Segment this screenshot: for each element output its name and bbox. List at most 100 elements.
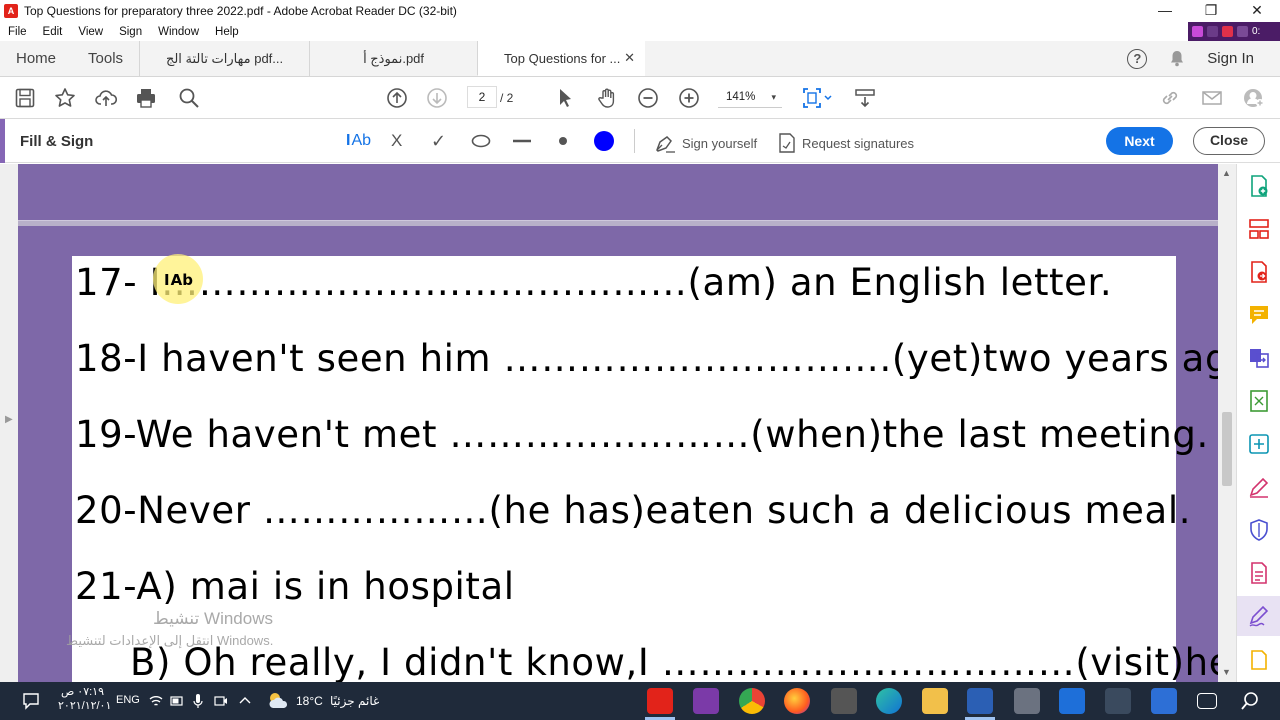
combine-files-icon[interactable] [1247, 346, 1271, 370]
page-fit-icon[interactable] [802, 86, 834, 110]
calculator-taskbar-icon[interactable] [1014, 688, 1040, 714]
prepare-form-icon[interactable] [1247, 561, 1271, 585]
scroll-down-icon[interactable]: ▼ [1222, 667, 1231, 677]
clock[interactable]: ٠٧:١٩ ص ٢٠٢١/١٢/٠١ [58, 685, 111, 713]
add-text-tool[interactable]: I Ab [346, 130, 371, 152]
wifi-icon[interactable] [149, 694, 163, 708]
more-tools-icon[interactable] [1247, 647, 1271, 671]
zoom-level-select[interactable]: 141% ▾ [718, 86, 782, 108]
mail-taskbar-icon[interactable] [1059, 688, 1085, 714]
notification-center-icon[interactable] [22, 692, 40, 710]
line-tool[interactable] [512, 130, 532, 152]
sign-in-button[interactable]: Sign In [1207, 50, 1254, 67]
tab-tools[interactable]: Tools [72, 41, 139, 76]
email-icon[interactable] [1200, 86, 1224, 110]
menu-sign[interactable]: Sign [111, 26, 150, 38]
tab-document-arabic-skills[interactable]: مهارات تالتة الج pdf... [139, 41, 309, 76]
select-cursor-icon[interactable] [553, 86, 577, 110]
share-link-icon[interactable] [1158, 86, 1182, 110]
minimize-button[interactable]: — [1142, 0, 1188, 22]
paint-taskbar-icon[interactable] [1105, 688, 1131, 714]
firefox-taskbar-icon[interactable] [784, 688, 810, 714]
close-window-button[interactable]: ✕ [1234, 0, 1280, 22]
upload-cloud-icon[interactable] [94, 86, 118, 110]
notification-bell-icon[interactable] [1169, 50, 1185, 67]
microphone-icon[interactable] [192, 693, 204, 709]
hand-pan-icon[interactable] [595, 86, 619, 110]
next-page-icon[interactable] [425, 86, 449, 110]
bookmark-star-icon[interactable] [53, 86, 77, 110]
question-17: 17- I……………………………………(am) an English lette… [75, 261, 1113, 304]
edge-taskbar-icon[interactable] [876, 688, 902, 714]
meet-now-icon[interactable] [214, 694, 228, 708]
scroll-mode-icon[interactable] [853, 86, 877, 110]
check-mark-tool[interactable]: ✓ [431, 130, 446, 152]
weather-condition[interactable]: غائم جزئيًا [330, 694, 379, 708]
export-pdf-icon[interactable] [1247, 260, 1271, 284]
dot-tool[interactable] [558, 130, 568, 152]
input-language[interactable]: ENG [116, 694, 140, 706]
expand-panel-arrow-icon[interactable]: ▶ [5, 414, 13, 425]
tab-home[interactable]: Home [0, 41, 72, 76]
tab-close-icon[interactable]: ✕ [624, 50, 635, 66]
fill-sign-active-tool[interactable] [1237, 596, 1280, 636]
scrollbar-thumb[interactable] [1222, 412, 1232, 486]
recorder-stop-icon[interactable] [1222, 26, 1233, 37]
close-button[interactable]: Close [1193, 127, 1265, 155]
tab-document-model-a[interactable]: نموذج أ.pdf [309, 41, 477, 76]
create-pdf-icon[interactable] [1247, 174, 1271, 198]
scroll-up-icon[interactable]: ▲ [1222, 168, 1231, 178]
compress-pdf-icon[interactable] [1247, 389, 1271, 413]
print-icon[interactable] [134, 86, 158, 110]
question-19: 19-We haven't met ……………………(when)the last… [75, 413, 1209, 456]
maximize-button[interactable]: ❐ [1188, 0, 1234, 22]
color-picker-swatch[interactable] [594, 131, 614, 151]
zoom-value: 141% [726, 91, 756, 103]
request-signatures-button[interactable]: Request signatures [778, 133, 914, 153]
weather-temperature[interactable]: 18°C [296, 694, 323, 708]
next-button[interactable]: Next [1106, 127, 1173, 155]
menu-window[interactable]: Window [150, 26, 207, 38]
ellipse-tool[interactable] [471, 130, 491, 152]
word-taskbar-icon[interactable] [967, 688, 993, 714]
add-user-icon[interactable] [1242, 86, 1266, 110]
save-icon[interactable] [13, 86, 37, 110]
edit-pdf-icon[interactable] [1247, 432, 1271, 456]
menu-view[interactable]: View [70, 26, 111, 38]
battery-icon[interactable] [170, 695, 184, 707]
recorder-pause-icon[interactable] [1207, 26, 1218, 37]
chevron-up-icon[interactable] [239, 695, 251, 705]
menu-edit[interactable]: Edit [35, 26, 71, 38]
recorder-menu-icon[interactable] [1237, 26, 1248, 37]
activate-windows-subtitle: انتقل إلى الإعدادات لتنشيط Windows. [66, 633, 274, 648]
weather-partly-cloudy-icon[interactable] [266, 690, 290, 710]
store-taskbar-icon[interactable] [1151, 688, 1177, 714]
cross-mark-tool[interactable]: X [391, 130, 402, 152]
document-viewport[interactable]: ▶ 17- I……………………………………(am) an English let… [0, 164, 1236, 682]
task-view-icon[interactable] [1197, 693, 1217, 709]
search-icon[interactable] [177, 86, 201, 110]
search-icon[interactable] [1240, 691, 1260, 711]
media-player-taskbar-icon[interactable] [831, 688, 857, 714]
menu-help[interactable]: Help [207, 26, 247, 38]
fill-sign-tool-icon[interactable] [1247, 475, 1271, 499]
tab-document-top-questions[interactable]: Top Questions for ... ✕ [477, 41, 646, 76]
previous-page-icon[interactable] [385, 86, 409, 110]
comment-icon[interactable] [1247, 303, 1271, 327]
sign-yourself-button[interactable]: Sign yourself [654, 133, 757, 153]
zoom-in-icon[interactable] [677, 86, 701, 110]
help-icon[interactable]: ? [1127, 48, 1148, 69]
zoom-out-icon[interactable] [636, 86, 660, 110]
screen-recorder-taskbar-icon[interactable] [693, 688, 719, 714]
recorder-webcam-icon[interactable] [1192, 26, 1203, 37]
left-navigation-rail[interactable]: ▶ [0, 164, 18, 682]
page-number-input[interactable]: 2 [467, 86, 497, 108]
pen-nib-icon [656, 136, 675, 153]
menu-file[interactable]: File [0, 26, 35, 38]
acrobat-taskbar-icon[interactable] [647, 688, 673, 714]
file-explorer-taskbar-icon[interactable] [922, 688, 948, 714]
organize-pages-icon[interactable] [1247, 217, 1271, 241]
chrome-taskbar-icon[interactable] [739, 688, 765, 714]
protect-shield-icon[interactable] [1247, 518, 1271, 542]
vertical-scrollbar[interactable]: ▲ ▼ [1218, 164, 1236, 682]
